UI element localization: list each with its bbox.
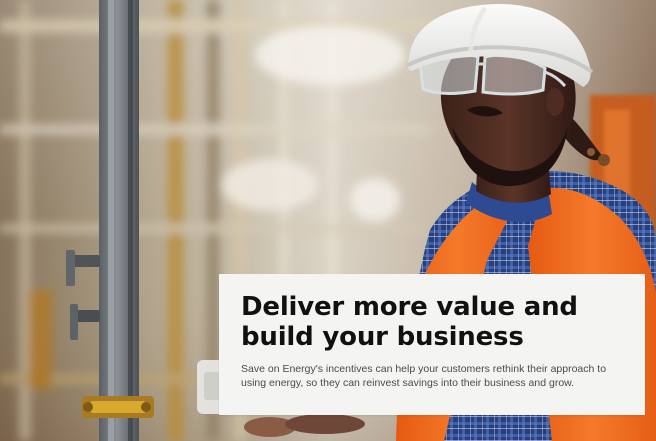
hero-content-card: Deliver more value and build your busine… (219, 274, 645, 415)
hero-description: Save on Energy's incentives can help you… (241, 363, 607, 389)
hero-banner: Deliver more value and build your busine… (0, 0, 656, 441)
hero-headline: Deliver more value and build your busine… (241, 292, 578, 352)
